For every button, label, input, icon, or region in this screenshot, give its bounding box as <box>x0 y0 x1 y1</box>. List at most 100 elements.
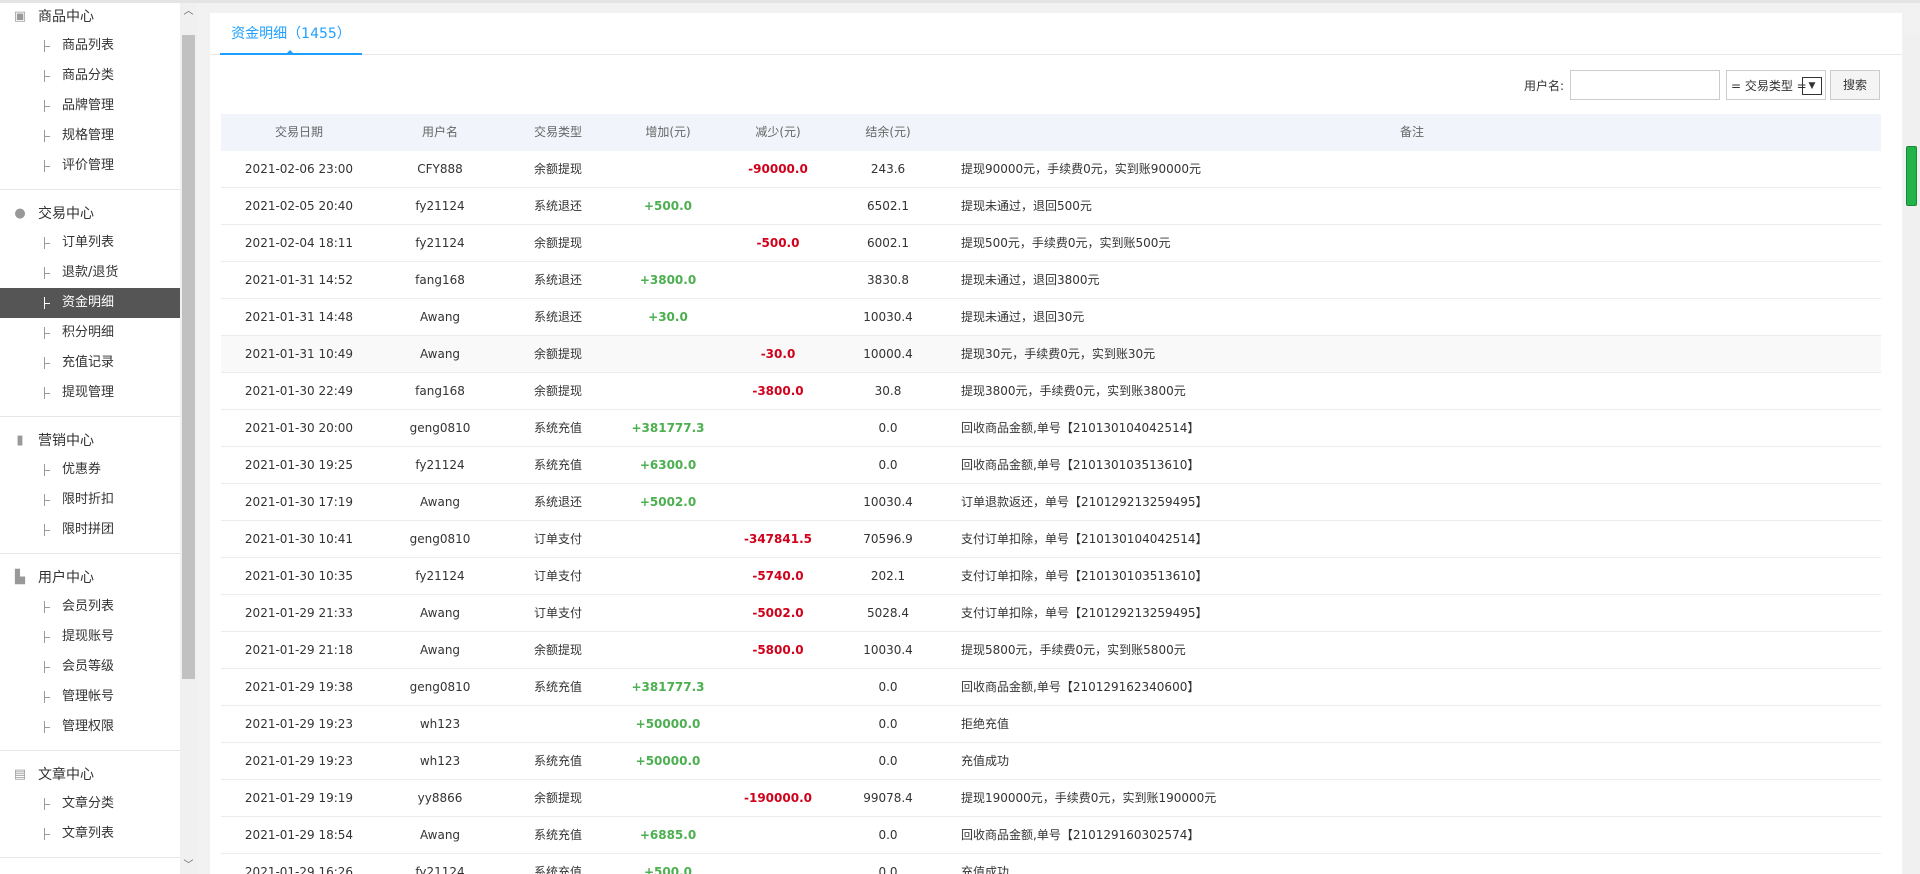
page-scrollbar[interactable] <box>1903 33 1920 874</box>
table-row: 2021-01-30 20:00 geng0810 系统充值 +381777.3 0.0… <box>221 410 1881 447</box>
cell-balance: 30.8 <box>874 384 902 398</box>
username-input[interactable] <box>1570 70 1720 100</box>
header-increase: 增加(元) <box>645 125 691 139</box>
cell-decrease <box>723 669 833 705</box>
cell-type: 余额提现 <box>533 162 582 176</box>
tab-label: 资金明细（1455） <box>231 26 351 42</box>
sidebar-item[interactable]: 文章列表 <box>0 819 180 849</box>
sidebar-item[interactable]: 规格管理 <box>0 121 180 151</box>
sidebar-group-title[interactable]: ▙ 用户中心 <box>0 564 180 592</box>
users-chart-icon: ▙ <box>15 570 25 585</box>
cell-note: 提现未通过，退回30元 <box>961 310 1085 324</box>
page-scroll-thumb[interactable] <box>1906 146 1917 206</box>
cell-note: 提现3800元，手续费0元，实到账3800元 <box>961 384 1186 398</box>
sidebar-item[interactable]: 订单列表 <box>0 228 180 258</box>
cell-type: 系统充值 <box>533 865 582 874</box>
table-row: 2021-01-30 19:25 fy21124 系统充值 +6300.0 0.0 回收商… <box>221 447 1881 484</box>
user-icon: ● <box>14 206 26 221</box>
sidebar-item[interactable]: 优惠券 <box>0 455 180 485</box>
cell-decrease: -5800.0 <box>752 643 804 657</box>
sidebar-item[interactable]: 管理权限 <box>0 712 180 742</box>
sidebar-item[interactable]: 提现账号 <box>0 622 180 652</box>
cell-decrease: -90000.0 <box>748 162 808 176</box>
transaction-type-select[interactable]: = 交易类型 = ▼ <box>1726 70 1826 100</box>
sidebar-group-title[interactable]: ▣ 商品中心 <box>0 3 180 31</box>
sidebar-item[interactable]: 限时拼团 <box>0 515 180 545</box>
cell-increase <box>613 373 723 409</box>
scroll-up-icon[interactable]: ︿ <box>180 3 197 20</box>
cell-date: 2021-01-29 21:33 <box>244 606 354 620</box>
sidebar-item-label: 限时拼团 <box>62 522 115 537</box>
sidebar-item[interactable]: 文章分类 <box>0 789 180 819</box>
cell-increase: +6300.0 <box>639 458 697 472</box>
cell-date: 2021-01-29 19:23 <box>244 717 354 731</box>
search-button[interactable]: 搜索 <box>1830 70 1880 100</box>
sidebar-item[interactable]: 商品列表 <box>0 31 180 61</box>
cell-username: Awang <box>419 828 461 842</box>
cell-note: 提现500元，手续费0元，实到账500元 <box>961 236 1171 250</box>
cell-balance: 243.6 <box>870 162 906 176</box>
cell-increase: +30.0 <box>648 310 688 324</box>
cell-increase: +381777.3 <box>631 680 705 694</box>
sidebar-item[interactable]: 评价管理 <box>0 151 180 181</box>
header-note: 备注 <box>1399 125 1424 139</box>
cell-increase: +50000.0 <box>635 754 701 768</box>
sidebar-item[interactable]: 管理帐号 <box>0 682 180 712</box>
tree-branch-icon <box>44 297 50 309</box>
sidebar-group-title[interactable]: ▤ 文章中心 <box>0 761 180 789</box>
sidebar-item-label: 文章分类 <box>62 796 115 811</box>
sidebar-item-label: 管理帐号 <box>62 689 115 704</box>
sidebar-item[interactable]: 商品分类 <box>0 61 180 91</box>
cell-type: 余额提现 <box>533 347 582 361</box>
cell-balance: 10000.4 <box>863 347 913 361</box>
cell-username: wh123 <box>419 717 461 731</box>
cell-balance: 0.0 <box>878 754 898 768</box>
sidebar-group-title[interactable]: ● 交易中心 <box>0 200 180 228</box>
cell-increase <box>613 225 723 261</box>
tree-branch-icon <box>44 494 50 506</box>
sidebar-scrollbar[interactable]: ︿ ﹀ <box>180 3 197 874</box>
cell-increase <box>613 632 723 668</box>
sidebar-group-title[interactable]: ▮ 营销中心 <box>0 427 180 455</box>
sidebar-item[interactable]: 品牌管理 <box>0 91 180 121</box>
cell-username: fy21124 <box>415 199 465 213</box>
cell-decrease <box>723 817 833 853</box>
table-row: 2021-01-30 10:41 geng0810 订单支付 -347841.5 705… <box>221 521 1881 558</box>
cell-username: Awang <box>419 310 461 324</box>
sidebar-item[interactable]: 退款/退货 <box>0 258 180 288</box>
sidebar-item[interactable]: 限时折扣 <box>0 485 180 515</box>
sidebar-item[interactable]: 充值记录 <box>0 348 180 378</box>
tab-fund-details[interactable]: 资金明细（1455） <box>220 23 362 55</box>
cell-note: 支付订单扣除，单号【210130104042514】 <box>961 532 1208 546</box>
sidebar-item[interactable]: 会员列表 <box>0 592 180 622</box>
sidebar-item[interactable]: 提现管理 <box>0 378 180 408</box>
cell-type: 余额提现 <box>533 384 582 398</box>
sidebar-scroll-thumb[interactable] <box>182 35 195 679</box>
sidebar-item[interactable]: 会员等级 <box>0 652 180 682</box>
sidebar-item[interactable]: 积分明细 <box>0 318 180 348</box>
sidebar-item-label: 规格管理 <box>62 128 115 143</box>
cell-increase: +381777.3 <box>631 421 705 435</box>
filter-bar: 用户名: = 交易类型 = ▼ 搜索 <box>1524 70 1880 100</box>
fund-details-table: 交易日期 用户名 交易类型 增加(元) 减少(元) 结余(元) 备注 2021-… <box>221 114 1881 874</box>
cell-balance: 10030.4 <box>863 310 913 324</box>
sidebar-item-label: 提现账号 <box>62 629 115 644</box>
cell-decrease: -5002.0 <box>752 606 804 620</box>
tab-caret-icon <box>286 50 294 54</box>
header-date: 交易日期 <box>274 125 323 139</box>
sidebar-item-label: 商品列表 <box>62 38 115 53</box>
main-panel: 资金明细（1455） 用户名: = 交易类型 = ▼ 搜索 交易日期 用户名 交… <box>210 13 1902 874</box>
cell-username: CFY888 <box>417 162 463 176</box>
cell-date: 2021-01-29 19:19 <box>244 791 354 805</box>
cell-type: 系统退还 <box>533 310 582 324</box>
cell-decrease <box>723 743 833 779</box>
sidebar-item-label: 优惠券 <box>62 462 102 477</box>
cell-date: 2021-02-04 18:11 <box>244 236 354 250</box>
chevron-down-icon[interactable]: ▼ <box>1802 77 1822 95</box>
sidebar-item[interactable]: 资金明细 <box>0 288 180 318</box>
cell-date: 2021-01-31 14:48 <box>244 310 354 324</box>
sidebar-group: ▤ 文章中心文章分类文章列表 <box>0 761 180 858</box>
cell-date: 2021-01-30 22:49 <box>244 384 354 398</box>
table-header: 交易日期 用户名 交易类型 增加(元) 减少(元) 结余(元) 备注 <box>221 114 1881 151</box>
scroll-down-icon[interactable]: ﹀ <box>180 857 197 874</box>
